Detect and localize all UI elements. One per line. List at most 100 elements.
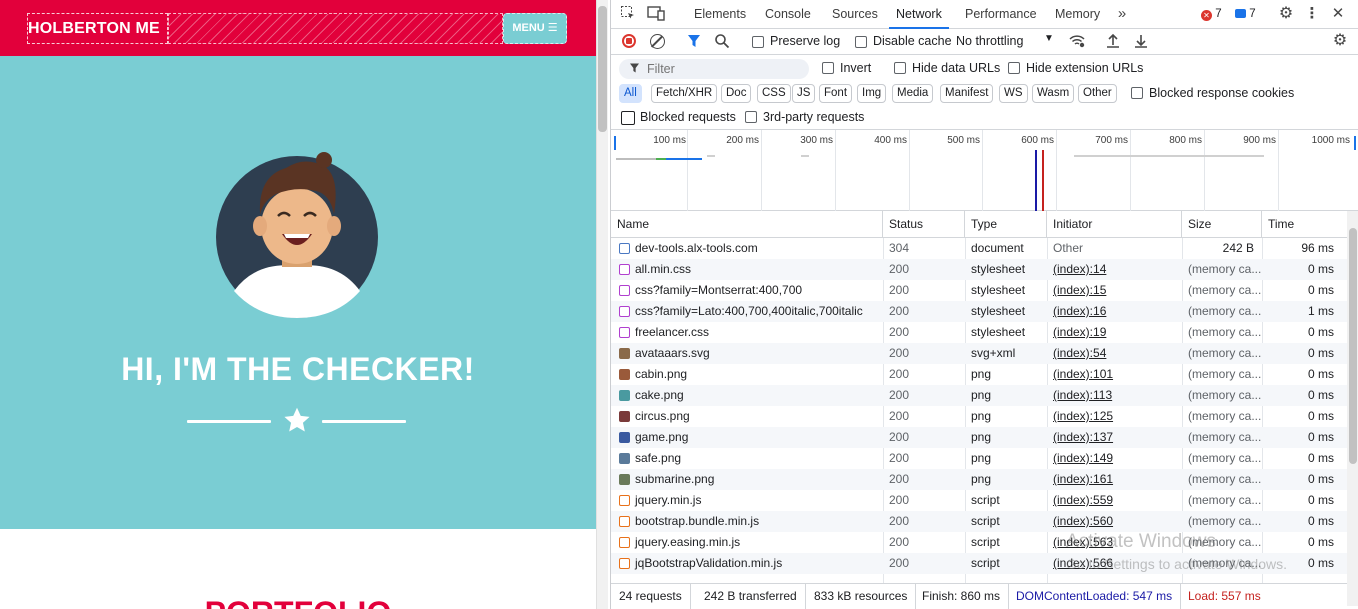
request-initiator[interactable]: (index):113: [1047, 385, 1182, 406]
request-row[interactable]: jquery.easing.min.js 200 script (index):563…: [611, 532, 1347, 553]
hide-data-urls-checkbox[interactable]: [894, 62, 906, 74]
type-filter-doc[interactable]: Doc: [721, 84, 752, 103]
device-toolbar-icon[interactable]: [647, 5, 665, 23]
tab-sources[interactable]: Sources: [832, 0, 878, 29]
type-filter-manifest[interactable]: Manifest: [940, 84, 994, 103]
third-party-requests-checkbox[interactable]: [745, 111, 757, 123]
initiator-link[interactable]: (index):137: [1053, 430, 1113, 444]
network-overview-timeline[interactable]: 100 ms 200 ms 300 ms 400 ms 500 ms 600 m…: [611, 130, 1358, 211]
request-initiator[interactable]: (index):16: [1047, 301, 1182, 322]
initiator-link[interactable]: (index):14: [1053, 262, 1106, 276]
request-initiator[interactable]: (index):14: [1047, 259, 1182, 280]
request-row[interactable]: css?family=Lato:400,700,400italic,700ita…: [611, 301, 1347, 322]
column-header-initiator[interactable]: Initiator: [1047, 211, 1182, 238]
network-conditions-icon[interactable]: [1068, 33, 1086, 52]
record-icon[interactable]: [622, 34, 636, 48]
request-row[interactable]: dev-tools.alx-tools.com 304 document Other 2…: [611, 238, 1347, 259]
site-brand[interactable]: HOLBERTON ME: [27, 13, 168, 44]
type-filter-js[interactable]: JS: [792, 84, 816, 103]
initiator-link[interactable]: (index):15: [1053, 283, 1106, 297]
request-initiator[interactable]: (index):161: [1047, 469, 1182, 490]
request-status: 200: [889, 493, 910, 507]
message-badge[interactable]: 7: [1235, 8, 1256, 20]
disable-cache-checkbox[interactable]: [855, 36, 867, 48]
filter-icon[interactable]: [687, 33, 701, 52]
request-row[interactable]: game.png 200 png (index):137 (memory ca... 0 …: [611, 427, 1347, 448]
request-initiator[interactable]: (index):559: [1047, 490, 1182, 511]
inspect-element-icon[interactable]: [619, 5, 637, 23]
filter-input[interactable]: [619, 59, 809, 79]
initiator-link[interactable]: (index):125: [1053, 409, 1113, 423]
request-row[interactable]: bootstrap.bundle.min.js 200 script (index):…: [611, 511, 1347, 532]
initiator-link[interactable]: (index):560: [1053, 514, 1113, 528]
column-header-time[interactable]: Time: [1262, 211, 1347, 238]
request-row[interactable]: safe.png 200 png (index):149 (memory ca... 0 …: [611, 448, 1347, 469]
tab-elements[interactable]: Elements: [694, 0, 746, 29]
tab-performance[interactable]: Performance: [965, 0, 1037, 29]
initiator-link[interactable]: (index):101: [1053, 367, 1113, 381]
request-initiator[interactable]: (index):137: [1047, 427, 1182, 448]
throttling-select[interactable]: No throttling: [956, 34, 1023, 48]
initiator-link[interactable]: (index):54: [1053, 346, 1106, 360]
request-row[interactable]: circus.png 200 png (index):125 (memory ca...…: [611, 406, 1347, 427]
overview-selection-handle[interactable]: [1354, 136, 1356, 150]
request-row[interactable]: submarine.png 200 png (index):161 (memory ca…: [611, 469, 1347, 490]
type-filter-img[interactable]: Img: [857, 84, 887, 103]
website-scrollbar-thumb[interactable]: [598, 6, 607, 132]
type-filter-other[interactable]: Other: [1078, 84, 1117, 103]
request-row[interactable]: avataaars.svg 200 svg+xml (index):54 (memory…: [611, 343, 1347, 364]
type-filter-font[interactable]: Font: [819, 84, 853, 103]
request-initiator[interactable]: (index):15: [1047, 280, 1182, 301]
tab-network[interactable]: Network: [889, 0, 949, 29]
request-row[interactable]: freelancer.css 200 stylesheet (index):19 (me…: [611, 322, 1347, 343]
clear-icon[interactable]: [650, 34, 665, 49]
column-header-type[interactable]: Type: [965, 211, 1047, 238]
type-filter-wasm[interactable]: Wasm: [1032, 84, 1075, 103]
initiator-link[interactable]: (index):161: [1053, 472, 1113, 486]
type-filter-ws[interactable]: WS: [999, 84, 1028, 103]
request-row[interactable]: cake.png 200 png (index):113 (memory ca... 0 …: [611, 385, 1347, 406]
hide-extension-urls-checkbox[interactable]: [1008, 62, 1020, 74]
column-header-name[interactable]: Name: [611, 211, 883, 238]
initiator-link[interactable]: (index):149: [1053, 451, 1113, 465]
initiator-link[interactable]: (index):113: [1053, 388, 1112, 402]
initiator-link[interactable]: (index):16: [1053, 304, 1106, 318]
blocked-response-cookies-checkbox[interactable]: [1131, 87, 1143, 99]
tab-console[interactable]: Console: [765, 0, 811, 29]
type-filter-fetch-xhr[interactable]: Fetch/XHR: [651, 84, 718, 103]
initiator-link[interactable]: (index):559: [1053, 493, 1113, 507]
request-row[interactable]: css?family=Montserrat:400,700 200 styleshe…: [611, 280, 1347, 301]
column-header-size[interactable]: Size: [1182, 211, 1262, 238]
request-table-scrollbar-thumb[interactable]: [1349, 228, 1357, 464]
error-badge[interactable]: ✕ 7: [1201, 8, 1222, 21]
invert-checkbox[interactable]: [822, 62, 834, 74]
column-header-status[interactable]: Status: [883, 211, 965, 238]
network-settings-gear-icon[interactable]: ⚙: [1331, 32, 1349, 50]
request-initiator[interactable]: (index):19: [1047, 322, 1182, 343]
request-row[interactable]: cabin.png 200 png (index):101 (memory ca... 0…: [611, 364, 1347, 385]
request-initiator[interactable]: (index):149: [1047, 448, 1182, 469]
request-initiator[interactable]: (index):125: [1047, 406, 1182, 427]
request-row[interactable]: jquery.min.js 200 script (index):559 (memory…: [611, 490, 1347, 511]
type-filter-media[interactable]: Media: [892, 84, 934, 103]
request-initiator[interactable]: (index):101: [1047, 364, 1182, 385]
menu-button[interactable]: MENU ☰: [503, 13, 567, 44]
more-options-icon[interactable]: ⋮: [1303, 5, 1321, 23]
initiator-link[interactable]: (index):19: [1053, 325, 1106, 339]
chevron-down-icon[interactable]: ▼: [1044, 33, 1054, 44]
overview-selection-handle[interactable]: [614, 136, 616, 150]
blocked-requests-checkbox[interactable]: [621, 111, 635, 125]
settings-gear-icon[interactable]: ⚙: [1277, 5, 1295, 23]
more-tabs-icon[interactable]: »: [1113, 5, 1131, 23]
tab-memory[interactable]: Memory: [1055, 0, 1100, 29]
import-har-icon[interactable]: [1105, 32, 1121, 53]
close-icon[interactable]: ✕: [1329, 5, 1347, 23]
request-initiator[interactable]: (index):560: [1047, 511, 1182, 532]
export-har-icon[interactable]: [1133, 32, 1149, 53]
type-filter-css[interactable]: CSS: [757, 84, 791, 103]
search-icon[interactable]: [714, 33, 730, 52]
type-filter-all[interactable]: All: [619, 84, 642, 103]
preserve-log-checkbox[interactable]: [752, 36, 764, 48]
request-row[interactable]: all.min.css 200 stylesheet (index):14 (memor…: [611, 259, 1347, 280]
request-initiator[interactable]: (index):54: [1047, 343, 1182, 364]
